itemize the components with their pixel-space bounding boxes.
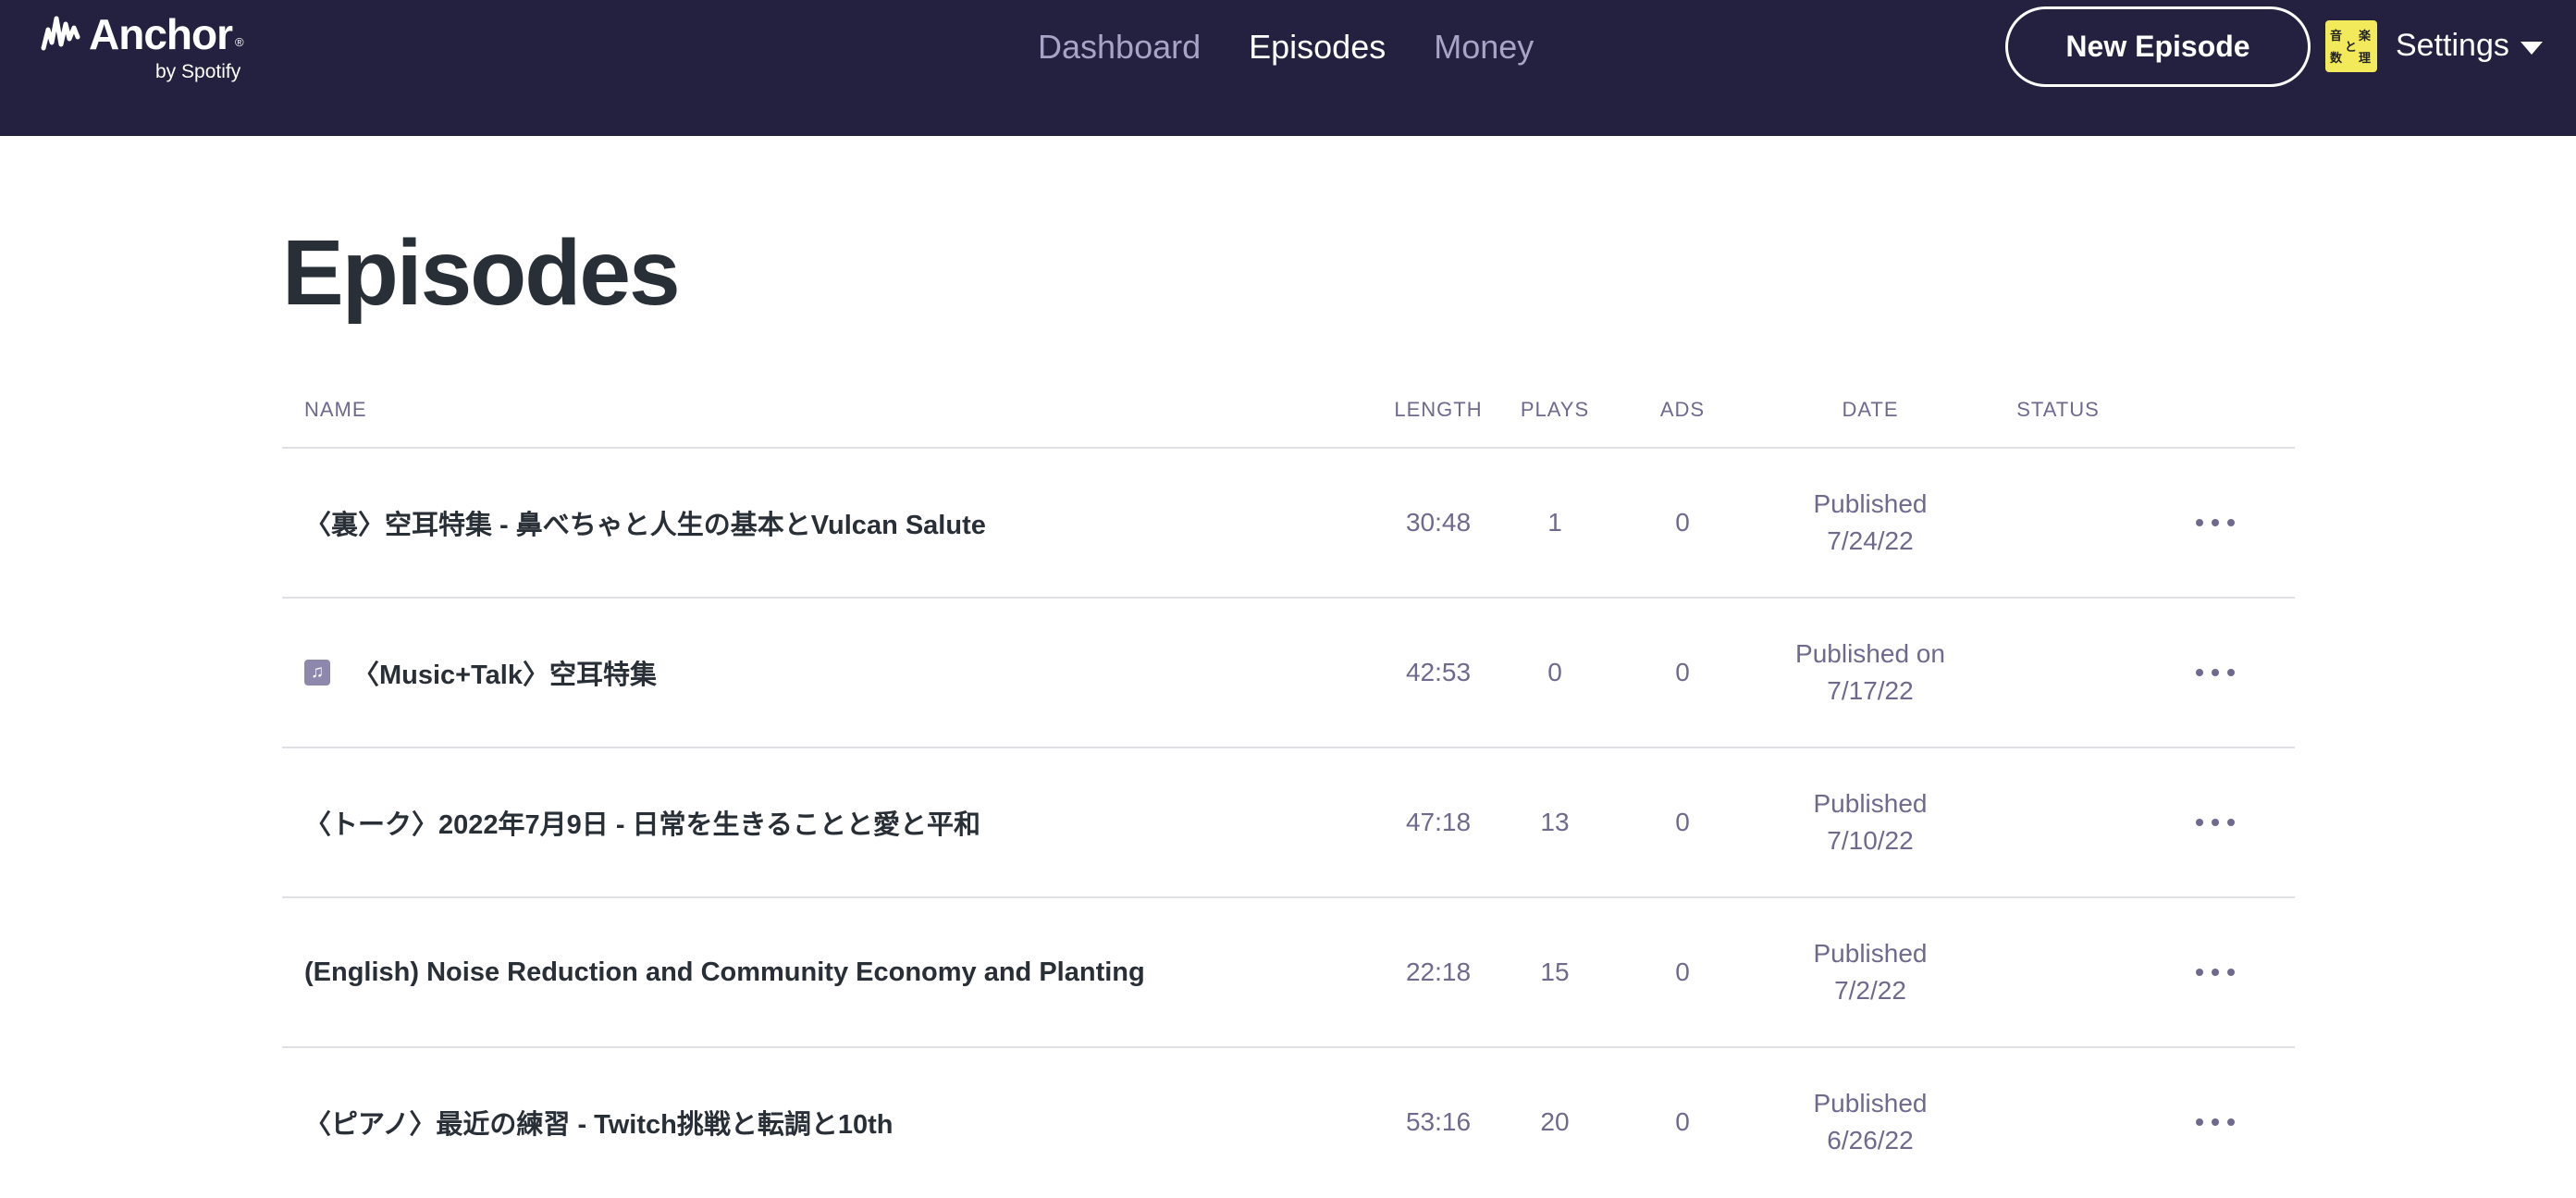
date-status: Published on [1795,639,1945,668]
column-header-status[interactable]: STATUS [1966,398,2151,422]
episode-name[interactable]: 〈裏〉空耳特集 - 鼻べちゃと人生の基本とVulcan Salute [304,449,986,597]
avatar-glyph: 数 [2330,52,2343,66]
avatar-glyph: 理 [2359,52,2372,66]
episode-date: Published 6/26/22 [1755,1085,1986,1159]
episode-date: Published on 7/17/22 [1755,636,1986,710]
episode-plays: 0 [1547,658,1562,686]
date-status: Published [1813,789,1928,818]
table-header: NAME LENGTH PLAYS ADS DATE STATUS [282,379,2295,449]
date-value: 6/26/22 [1827,1126,1914,1155]
episode-title: 〈ピアノ〉最近の練習 - Twitch挑戦と転調と10th [304,1110,894,1140]
table-row[interactable]: ♫ 〈Music+Talk〉空耳特集 42:53 0 0 Published on… [282,599,2295,748]
date-value: 7/17/22 [1827,676,1914,705]
episode-length: 47:18 [1405,808,1472,836]
more-options-icon[interactable] [2178,943,2252,1002]
avatar-glyph: と [2345,41,2358,55]
avatar-glyph: 音 [2330,30,2343,43]
episode-plays: 1 [1547,508,1562,537]
episodes-table: NAME LENGTH PLAYS ADS DATE STATUS 〈裏〉空耳特… [282,379,2295,1198]
more-options-icon[interactable] [2178,1093,2252,1152]
column-header-length[interactable]: LENGTH [1346,398,1531,422]
episode-ads: 0 [1675,1107,1690,1136]
nav-money[interactable]: Money [1434,28,1534,74]
episode-date: Published 7/24/22 [1755,486,1986,560]
episode-date: Published 7/2/22 [1755,935,1986,1009]
more-options-icon[interactable] [2178,643,2252,702]
more-options-icon[interactable] [2178,793,2252,852]
column-header-date[interactable]: DATE [1755,398,1986,422]
table-row[interactable]: 〈裏〉空耳特集 - 鼻べちゃと人生の基本とVulcan Salute 30:48… [282,449,2295,599]
episode-ads: 0 [1675,508,1690,537]
column-header-ads[interactable]: ADS [1636,398,1729,422]
episode-name[interactable]: ♫ 〈Music+Talk〉空耳特集 [304,599,657,747]
column-header-plays[interactable]: PLAYS [1509,398,1601,422]
avatar[interactable]: 音 楽 数 と 理 [2325,20,2377,72]
new-episode-button[interactable]: New Episode [2005,6,2311,87]
table-row[interactable]: 〈ピアノ〉最近の練習 - Twitch挑戦と転調と10th 53:16 20 0… [282,1048,2295,1198]
episode-length: 22:18 [1405,957,1472,986]
avatar-glyph: 楽 [2359,30,2372,43]
episode-length: 42:53 [1405,658,1472,686]
date-status: Published [1813,939,1928,968]
top-navigation-bar: Anchor ® by Spotify Dashboard Episodes M… [0,0,2576,136]
episode-title: 〈裏〉空耳特集 - 鼻べちゃと人生の基本とVulcan Salute [304,511,986,540]
music-note-icon: ♫ [304,660,330,685]
episode-name[interactable]: 〈ピアノ〉最近の練習 - Twitch挑戦と転調と10th [304,1048,893,1196]
episode-length: 53:16 [1405,1107,1472,1136]
settings-menu[interactable]: Settings [2396,28,2543,64]
episode-name[interactable]: (English) Noise Reduction and Community … [304,898,1145,1046]
column-header-name[interactable]: NAME [304,398,367,422]
episode-plays: 15 [1540,957,1570,986]
table-row[interactable]: 〈トーク〉2022年7月9日 - 日常を生きることと愛と平和 47:18 13 … [282,748,2295,898]
anchor-logo[interactable]: Anchor ® by Spotify [41,7,253,82]
episode-ads: 0 [1675,658,1690,686]
episode-title: 〈トーク〉2022年7月9日 - 日常を生きることと愛と平和 [304,810,980,840]
date-value: 7/10/22 [1827,826,1914,855]
date-status: Published [1813,1089,1928,1118]
episode-title: 〈Music+Talk〉空耳特集 [352,661,657,690]
date-value: 7/2/22 [1834,976,1906,1005]
brand-sub: by Spotify [155,61,241,82]
registered-mark: ® [235,35,244,49]
anchor-waveform-icon [41,16,80,51]
episode-name[interactable]: 〈トーク〉2022年7月9日 - 日常を生きることと愛と平和 [304,748,980,896]
page-title: Episodes [282,221,681,325]
main-nav: Dashboard Episodes Money [1038,28,1582,74]
brand-name: Anchor [89,10,233,58]
table-row[interactable]: (English) Noise Reduction and Community … [282,898,2295,1048]
caret-down-icon [2520,41,2543,55]
nav-episodes[interactable]: Episodes [1249,28,1386,74]
episode-ads: 0 [1675,808,1690,836]
date-value: 7/24/22 [1827,526,1914,555]
date-status: Published [1813,489,1928,518]
nav-dashboard[interactable]: Dashboard [1038,28,1201,74]
episode-title: (English) Noise Reduction and Community … [304,957,1145,987]
episode-ads: 0 [1675,957,1690,986]
more-options-icon[interactable] [2178,493,2252,552]
settings-label: Settings [2396,28,2509,63]
episode-length: 30:48 [1405,508,1472,537]
episode-plays: 13 [1540,808,1570,836]
episode-plays: 20 [1540,1107,1570,1136]
episode-date: Published 7/10/22 [1755,785,1986,859]
